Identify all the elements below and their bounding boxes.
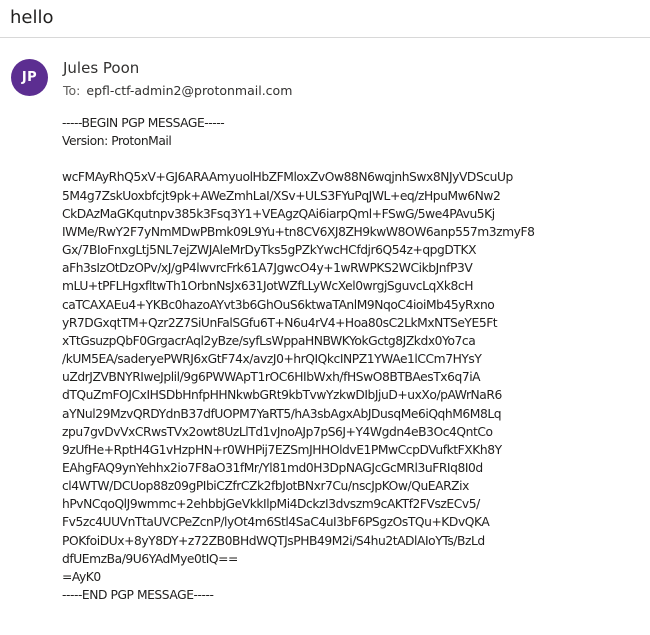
- message-body: -----BEGIN PGP MESSAGE----- Version: Pro…: [62, 116, 535, 603]
- to-label: To:: [63, 83, 81, 98]
- sender-name[interactable]: Jules Poon: [63, 58, 139, 78]
- recipient-line: To: epfl-ctf-admin2@protonmail.com: [63, 83, 292, 99]
- subject-bar: hello: [0, 0, 650, 38]
- recipient-address[interactable]: epfl-ctf-admin2@protonmail.com: [86, 83, 292, 98]
- sender-avatar[interactable]: JP: [11, 59, 48, 96]
- message-subject: hello: [10, 7, 54, 28]
